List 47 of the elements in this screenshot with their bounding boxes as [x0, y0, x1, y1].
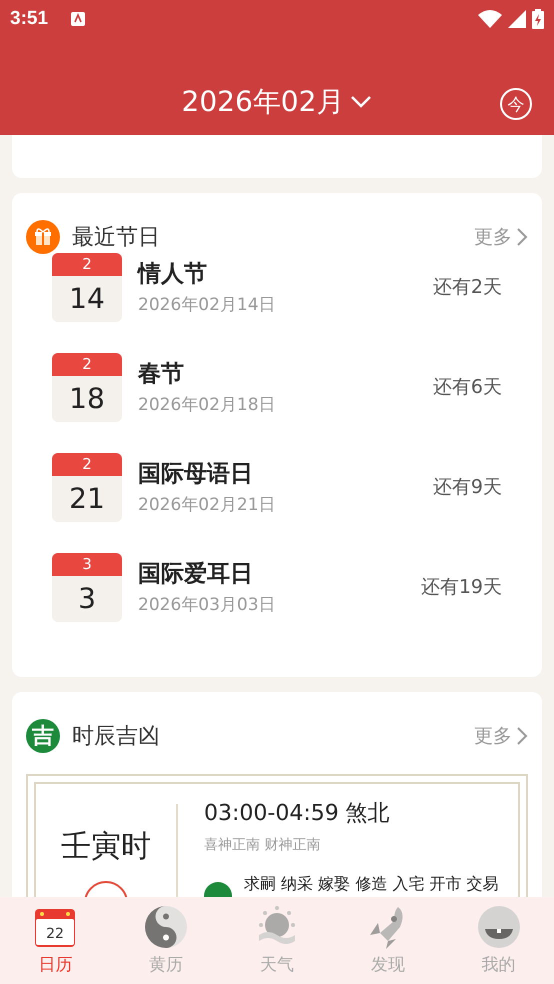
gift-icon — [26, 220, 60, 254]
more-link[interactable]: 更多 — [474, 723, 528, 749]
month-number: 2 — [52, 352, 122, 376]
wifi-icon — [478, 10, 502, 28]
countdown: 还有2天 — [432, 275, 502, 300]
nav-tab[interactable]: 发现 — [342, 897, 433, 984]
suitable-activities: 求嗣 纳采 嫁娶 修造 入宅 开市 交易 — [244, 874, 499, 895]
chevron-down-icon — [350, 94, 372, 108]
nav-tab[interactable]: 天气 — [232, 897, 322, 984]
section-title: 时辰吉凶 — [72, 723, 160, 751]
festival-name: 春节 — [138, 360, 185, 389]
hour-range: 03:00-04:59 煞北 — [204, 800, 391, 828]
festival-date: 2026年02月21日 — [138, 494, 276, 516]
nav-tab[interactable]: 我的 — [454, 897, 544, 984]
gods-direction: 喜神正南 财神正南 — [204, 836, 322, 854]
yin-yang-icon — [144, 905, 188, 949]
countdown: 还有6天 — [432, 375, 502, 400]
festival-date: 2026年02月14日 — [138, 294, 276, 316]
month-number: 2 — [52, 452, 122, 476]
more-link[interactable]: 更多 — [474, 224, 528, 250]
festival-date: 2026年03月03日 — [138, 594, 276, 616]
hour-name: 壬寅时 — [61, 828, 151, 866]
day-number: 21 — [68, 481, 106, 517]
chevron-right-icon — [516, 227, 528, 247]
nav-tab[interactable]: 22 日历 — [10, 897, 100, 984]
festival-name: 国际母语日 — [138, 460, 254, 489]
month-number: 2 — [52, 252, 122, 276]
battery-icon — [532, 9, 544, 29]
notification-icon — [70, 11, 86, 27]
festival-name: 情人节 — [138, 260, 208, 289]
month-selector[interactable]: 2026年02月 — [182, 82, 372, 120]
countdown: 还有19天 — [420, 575, 502, 600]
countdown: 还有9天 — [432, 475, 502, 500]
day-number: 14 — [68, 281, 106, 317]
festival-date: 2026年02月18日 — [138, 394, 276, 416]
chevron-right-icon — [516, 726, 528, 746]
signal-icon — [508, 10, 526, 28]
today-button[interactable]: 今 — [500, 88, 532, 120]
day-number: 3 — [77, 581, 97, 617]
status-time: 3:51 — [10, 8, 48, 30]
section-title: 最近节日 — [72, 224, 160, 252]
festival-name: 国际爱耳日 — [138, 560, 254, 589]
day-number: 18 — [68, 381, 106, 417]
month-number: 3 — [52, 552, 122, 576]
lucky-badge: 吉 — [26, 719, 60, 753]
avatar-icon — [476, 905, 521, 949]
nav-tab[interactable]: 黄历 — [121, 897, 212, 984]
